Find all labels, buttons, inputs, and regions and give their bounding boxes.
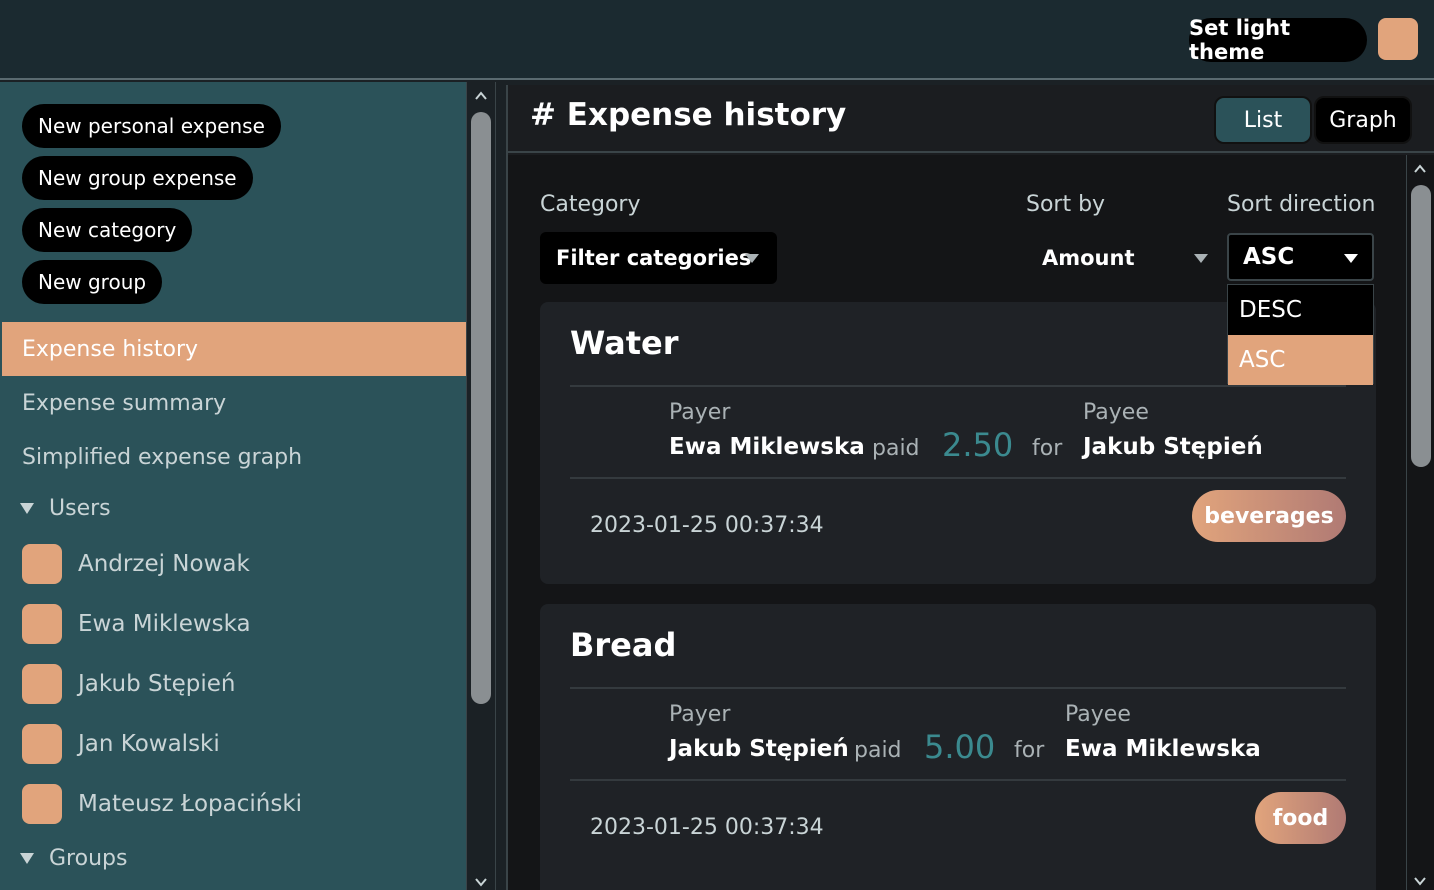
- expense-date: 2023-01-25 00:37:34: [590, 513, 824, 538]
- for-word: for: [1032, 436, 1063, 461]
- sort-by-select[interactable]: Amount: [1026, 232, 1216, 284]
- paid-word: paid: [854, 738, 902, 763]
- groups-section-toggle[interactable]: Groups: [20, 846, 127, 871]
- new-group-expense-button[interactable]: New group expense: [22, 156, 253, 200]
- user-name: Andrzej Nowak: [78, 551, 250, 577]
- option-desc[interactable]: DESC: [1228, 285, 1373, 335]
- category-tag[interactable]: beverages: [1192, 490, 1346, 542]
- sidebar: New personal expense New group expense N…: [0, 82, 466, 890]
- expense-title: Water: [570, 324, 679, 362]
- user-item[interactable]: Mateusz Łopaciński: [22, 784, 302, 824]
- user-item[interactable]: Andrzej Nowak: [22, 544, 250, 584]
- user-avatar-icon: [22, 724, 62, 764]
- user-avatar-icon: [22, 604, 62, 644]
- payer-label: Payer: [669, 702, 731, 727]
- nav-expense-history[interactable]: Expense history: [2, 322, 466, 376]
- groups-section-label: Groups: [49, 846, 128, 871]
- scroll-down-icon[interactable]: [1414, 875, 1426, 887]
- scrollbar-thumb[interactable]: [1411, 185, 1431, 467]
- list-view-button[interactable]: List: [1214, 96, 1312, 144]
- category-filter-select[interactable]: Filter categories: [540, 232, 777, 284]
- scroll-up-icon[interactable]: [1414, 163, 1426, 175]
- divider: [570, 385, 1346, 387]
- user-item[interactable]: Ewa Miklewska: [22, 604, 251, 644]
- expand-triangle-icon: [20, 853, 34, 864]
- set-light-theme-button[interactable]: Set light theme: [1189, 16, 1367, 64]
- user-name: Jan Kowalski: [78, 731, 220, 757]
- scroll-up-icon[interactable]: [475, 90, 487, 102]
- user-avatar-icon: [22, 784, 62, 824]
- new-group-button[interactable]: New group: [22, 260, 163, 304]
- sidebar-scrollbar[interactable]: [466, 82, 496, 890]
- new-personal-expense-button[interactable]: New personal expense: [22, 104, 281, 148]
- divider: [570, 477, 1346, 479]
- payer-label: Payer: [669, 400, 731, 425]
- sort-direction-value: ASC: [1243, 244, 1295, 270]
- payee-label: Payee: [1065, 702, 1131, 727]
- users-section-toggle[interactable]: Users: [20, 496, 111, 521]
- expense-date: 2023-01-25 00:37:34: [590, 815, 824, 840]
- for-word: for: [1014, 738, 1045, 763]
- graph-view-button[interactable]: Graph: [1314, 96, 1412, 144]
- top-bar: Set light theme: [0, 0, 1434, 80]
- expense-amount: 5.00: [924, 728, 996, 766]
- main-header: # Expense history List Graph: [508, 85, 1434, 153]
- chevron-down-icon: [745, 254, 759, 263]
- payer-name: Ewa Miklewska: [669, 434, 865, 460]
- new-category-button[interactable]: New category: [22, 208, 193, 252]
- chevron-down-icon: [1344, 254, 1358, 263]
- option-asc[interactable]: ASC: [1228, 335, 1373, 385]
- chevron-down-icon: [1194, 254, 1208, 263]
- divider: [570, 687, 1346, 689]
- main-panel: # Expense history List Graph Category So…: [506, 85, 1434, 890]
- divider: [570, 779, 1346, 781]
- sort-direction-dropdown: DESC ASC: [1227, 284, 1374, 385]
- expense-card[interactable]: Bread Payer Payee Jakub Stępień paid 5.0…: [540, 604, 1376, 890]
- user-avatar-icon: [22, 544, 62, 584]
- user-name: Mateusz Łopaciński: [78, 791, 303, 817]
- payee-name: Ewa Miklewska: [1065, 736, 1261, 762]
- expense-title: Bread: [570, 626, 677, 664]
- user-name: Ewa Miklewska: [78, 611, 251, 637]
- payee-name: Jakub Stępień: [1083, 434, 1263, 460]
- sort-direction-select[interactable]: ASC: [1227, 233, 1374, 281]
- user-item[interactable]: Jan Kowalski: [22, 724, 220, 764]
- category-tag[interactable]: food: [1255, 792, 1346, 844]
- nav-simplified-expense-graph[interactable]: Simplified expense graph: [2, 430, 466, 484]
- expense-list-content: Category Sort by Sort direction Filter c…: [508, 155, 1406, 890]
- nav-expense-summary[interactable]: Expense summary: [2, 376, 466, 430]
- scrollbar-thumb[interactable]: [471, 112, 491, 704]
- sort-direction-label: Sort direction: [1227, 192, 1376, 217]
- users-section-label: Users: [49, 496, 111, 521]
- payee-label: Payee: [1083, 400, 1149, 425]
- sort-by-value: Amount: [1042, 246, 1135, 270]
- user-avatar-icon: [22, 664, 62, 704]
- payer-name: Jakub Stępień: [669, 736, 849, 762]
- expand-triangle-icon: [20, 503, 34, 514]
- content-scrollbar[interactable]: [1406, 155, 1434, 890]
- category-label: Category: [540, 192, 641, 217]
- page-title: # Expense history: [530, 97, 847, 133]
- user-item[interactable]: Jakub Stępień: [22, 664, 235, 704]
- user-avatar-icon[interactable]: [1378, 18, 1418, 60]
- scroll-down-icon[interactable]: [475, 876, 487, 888]
- paid-word: paid: [872, 436, 920, 461]
- user-name: Jakub Stępień: [78, 671, 236, 697]
- sort-by-label: Sort by: [1026, 192, 1106, 217]
- category-filter-placeholder: Filter categories: [556, 246, 752, 270]
- expense-amount: 2.50: [942, 426, 1014, 464]
